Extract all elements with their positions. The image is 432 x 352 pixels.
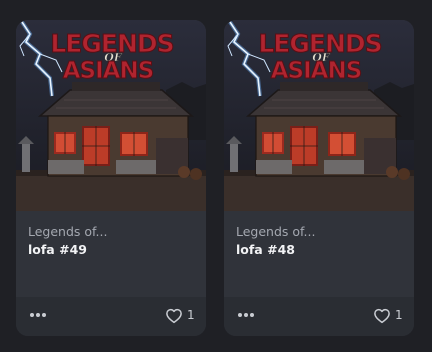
nft-artwork-image[interactable]: LEGENDS OF ASIANS [16, 20, 206, 211]
logo-text-asians: ASIANS [63, 58, 154, 84]
nft-artwork-image[interactable]: LEGENDS OF ASIANS [224, 20, 414, 211]
more-horizontal-icon[interactable] [30, 309, 50, 321]
like-count: 1 [187, 308, 195, 322]
card-footer: 1 [16, 297, 206, 336]
like-count: 1 [395, 308, 403, 322]
nft-card[interactable]: LEGENDS OF ASIANS Legends of... lofa #49… [16, 20, 206, 336]
more-horizontal-icon[interactable] [238, 309, 258, 321]
nft-card[interactable]: LEGENDS OF ASIANS Legends of... lofa #48… [224, 20, 414, 336]
heart-outline-icon[interactable] [373, 307, 391, 325]
nft-title[interactable]: lofa #49 [28, 242, 87, 257]
collection-name[interactable]: Legends of... [236, 224, 315, 239]
collection-name[interactable]: Legends of... [28, 224, 107, 239]
card-info: Legends of... lofa #49 [16, 211, 206, 297]
heart-outline-icon[interactable] [165, 307, 183, 325]
logo-text-asians: ASIANS [271, 58, 362, 84]
nft-title[interactable]: lofa #48 [236, 242, 295, 257]
card-footer: 1 [224, 297, 414, 336]
card-info: Legends of... lofa #48 [224, 211, 414, 297]
